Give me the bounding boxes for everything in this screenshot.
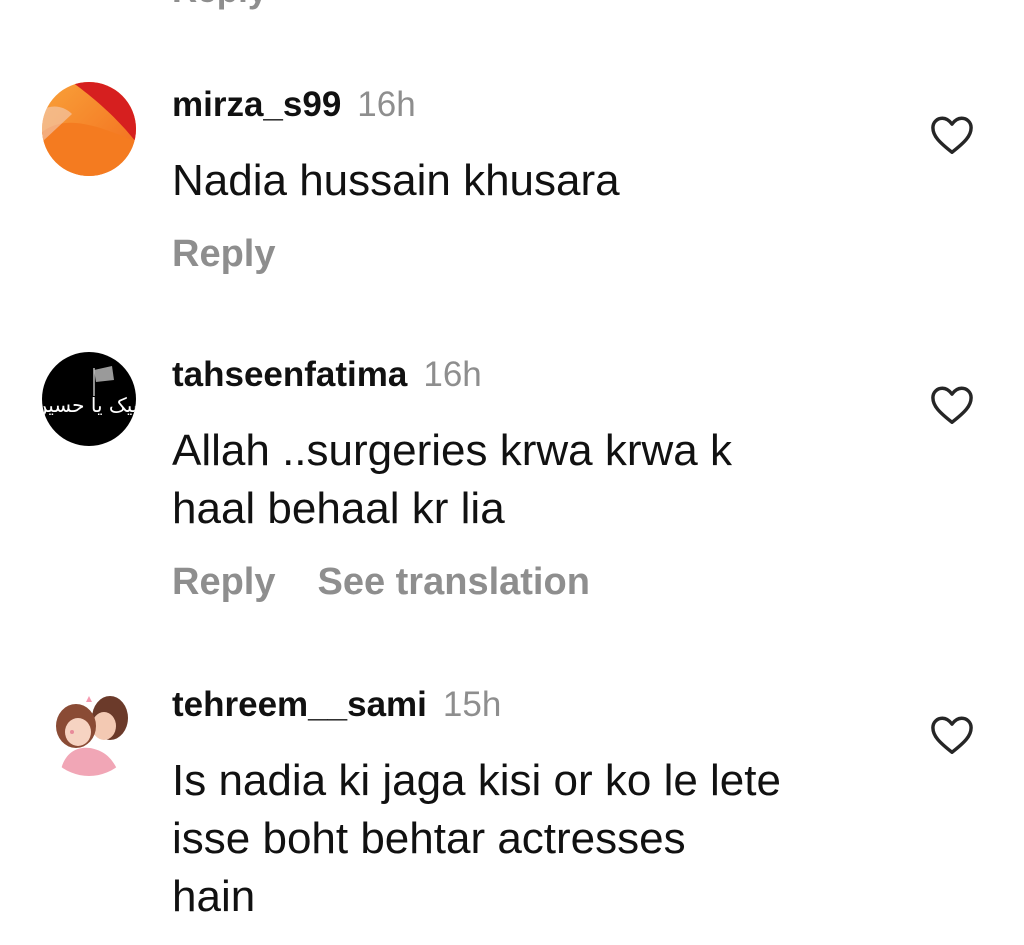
heart-outline-icon (931, 386, 973, 424)
like-button[interactable] (930, 115, 974, 155)
heart-outline-icon (931, 716, 973, 754)
comment-actions: Reply (172, 232, 275, 276)
comment-text: Nadia hussain khusara (172, 156, 620, 205)
avatar[interactable] (42, 82, 136, 176)
comment-meta: tehreem__sami 15h (172, 685, 501, 725)
avatar-image: لبیک یا حسین (42, 352, 136, 446)
avatar-image (42, 82, 136, 176)
comment-time: 16h (357, 85, 416, 124)
reply-button[interactable]: Reply (172, 561, 275, 603)
username[interactable]: tahseenfatima (172, 355, 407, 394)
avatar-calligraphy: لبیک یا حسین (42, 393, 136, 417)
username[interactable]: mirza_s99 (172, 85, 341, 124)
like-button[interactable] (930, 715, 974, 755)
avatar[interactable]: لبیک یا حسین (42, 352, 136, 446)
avatar-image (42, 682, 136, 776)
comment-meta: tahseenfatima 16h (172, 355, 482, 395)
like-button[interactable] (930, 385, 974, 425)
previous-reply-link[interactable]: Reply (172, 0, 267, 8)
comment-time: 16h (423, 355, 482, 394)
reply-button[interactable]: Reply (172, 233, 275, 275)
comment-text: Allah ..surgeries krwa krwa k haal behaa… (172, 426, 732, 533)
comment-time: 15h (442, 685, 502, 724)
comment-actions: Reply See translation (172, 560, 590, 604)
heart-outline-icon (931, 116, 973, 154)
avatar[interactable] (42, 682, 136, 776)
comment-meta: mirza_s99 16h (172, 85, 416, 125)
username[interactable]: tehreem__sami (172, 685, 427, 724)
comment-text: Is nadia ki jaga kisi or ko le lete isse… (172, 756, 781, 921)
see-translation-button[interactable]: See translation (317, 561, 589, 603)
